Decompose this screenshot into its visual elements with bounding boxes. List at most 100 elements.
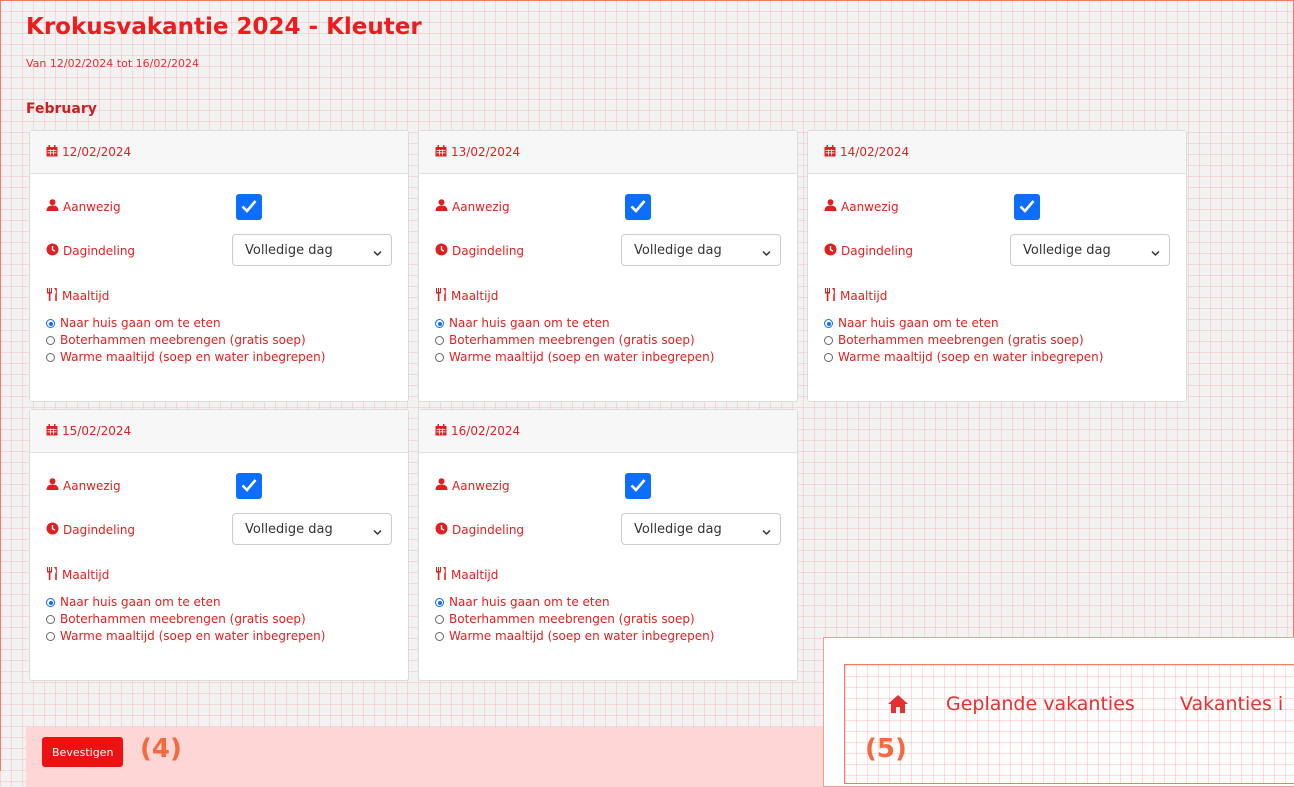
meal-option[interactable]: Naar huis gaan om te eten <box>824 315 1103 332</box>
radio-button[interactable] <box>435 319 444 328</box>
meal-row: Maaltijd <box>435 567 498 583</box>
clock-icon <box>46 522 63 538</box>
check-icon <box>241 198 257 217</box>
radio-button[interactable] <box>435 632 444 641</box>
present-checkbox[interactable] <box>236 473 262 499</box>
meal-option[interactable]: Naar huis gaan om te eten <box>435 315 714 332</box>
day-date: 15/02/2024 <box>62 424 132 438</box>
schedule-label: Dagindeling <box>452 244 525 258</box>
schedule-select[interactable]: Volledige dag <box>621 513 781 545</box>
meal-option[interactable]: Boterhammen meebrengen (gratis soep) <box>46 611 325 628</box>
schedule-select[interactable]: Volledige dag <box>232 513 392 545</box>
meal-options: Naar huis gaan om te eten Boterhammen me… <box>435 315 714 366</box>
present-row: Aanwezig <box>435 199 510 214</box>
nav-vakanties[interactable]: Vakanties i <box>1180 693 1283 715</box>
calendar-icon <box>46 423 62 439</box>
radio-button[interactable] <box>46 319 55 328</box>
user-icon <box>435 478 452 493</box>
meal-option[interactable]: Warme maaltijd (soep en water inbegrepen… <box>435 628 714 645</box>
day-card: 16/02/2024 Aanwezig Dagindeling Volledig… <box>418 409 798 681</box>
meal-option-label: Boterhammen meebrengen (gratis soep) <box>60 333 306 347</box>
meal-option-label: Boterhammen meebrengen (gratis soep) <box>838 333 1084 347</box>
meal-option[interactable]: Boterhammen meebrengen (gratis soep) <box>46 332 325 349</box>
meal-options: Naar huis gaan om te eten Boterhammen me… <box>46 315 325 366</box>
check-icon <box>630 477 646 496</box>
meal-option[interactable]: Naar huis gaan om te eten <box>46 594 325 611</box>
present-checkbox[interactable] <box>1014 194 1040 220</box>
meal-option-label: Naar huis gaan om te eten <box>60 316 221 330</box>
meal-option-label: Boterhammen meebrengen (gratis soep) <box>449 333 695 347</box>
schedule-label: Dagindeling <box>841 244 914 258</box>
day-card-header: 16/02/2024 <box>419 410 797 453</box>
schedule-label: Dagindeling <box>63 523 136 537</box>
radio-button[interactable] <box>46 353 55 362</box>
utensils-icon <box>824 288 840 304</box>
meal-label: Maaltijd <box>451 289 499 303</box>
radio-button[interactable] <box>824 336 833 345</box>
day-date: 16/02/2024 <box>451 424 521 438</box>
radio-button[interactable] <box>46 615 55 624</box>
schedule-value: Volledige dag <box>634 521 722 537</box>
meal-option[interactable]: Boterhammen meebrengen (gratis soep) <box>824 332 1103 349</box>
present-checkbox[interactable] <box>625 473 651 499</box>
meal-label: Maaltijd <box>62 289 110 303</box>
schedule-row: Dagindeling <box>435 243 524 259</box>
day-card-header: 12/02/2024 <box>30 131 408 174</box>
radio-button[interactable] <box>46 632 55 641</box>
meal-option-label: Warme maaltijd (soep en water inbegrepen… <box>838 350 1104 364</box>
meal-options: Naar huis gaan om te eten Boterhammen me… <box>824 315 1103 366</box>
navbar-zoom <box>844 664 1294 784</box>
meal-option[interactable]: Boterhammen meebrengen (gratis soep) <box>435 611 714 628</box>
meal-option-label: Warme maaltijd (soep en water inbegrepen… <box>449 350 715 364</box>
chevron-down-icon <box>762 525 771 540</box>
present-checkbox[interactable] <box>625 194 651 220</box>
meal-option[interactable]: Warme maaltijd (soep en water inbegrepen… <box>46 349 325 366</box>
clock-icon <box>46 243 63 259</box>
utensils-icon <box>46 567 62 583</box>
meal-option[interactable]: Warme maaltijd (soep en water inbegrepen… <box>435 349 714 366</box>
schedule-value: Volledige dag <box>245 521 333 537</box>
chevron-down-icon <box>373 525 382 540</box>
utensils-icon <box>435 567 451 583</box>
schedule-select[interactable]: Volledige dag <box>1010 234 1170 266</box>
radio-button[interactable] <box>435 615 444 624</box>
check-icon <box>630 198 646 217</box>
radio-button[interactable] <box>824 319 833 328</box>
calendar-icon <box>46 144 62 160</box>
meal-option[interactable]: Boterhammen meebrengen (gratis soep) <box>435 332 714 349</box>
radio-button[interactable] <box>435 598 444 607</box>
meal-option-label: Naar huis gaan om te eten <box>838 316 999 330</box>
radio-button[interactable] <box>435 353 444 362</box>
meal-option[interactable]: Warme maaltijd (soep en water inbegrepen… <box>46 628 325 645</box>
home-icon[interactable] <box>887 694 909 718</box>
day-card: 12/02/2024 Aanwezig Dagindeling Volledig… <box>29 130 409 402</box>
present-label: Aanwezig <box>452 478 510 493</box>
schedule-label: Dagindeling <box>452 523 525 537</box>
schedule-row: Dagindeling <box>824 243 913 259</box>
day-date: 12/02/2024 <box>62 145 132 159</box>
step-annotation-4: (4) <box>140 734 182 764</box>
meal-option[interactable]: Naar huis gaan om te eten <box>46 315 325 332</box>
radio-button[interactable] <box>46 598 55 607</box>
user-icon <box>824 199 841 214</box>
present-label: Aanwezig <box>63 478 121 493</box>
day-card-header: 13/02/2024 <box>419 131 797 174</box>
nav-geplande-vakanties[interactable]: Geplande vakanties <box>946 693 1135 715</box>
meal-row: Maaltijd <box>46 567 109 583</box>
meal-option-label: Naar huis gaan om te eten <box>449 316 610 330</box>
confirm-button[interactable]: Bevestigen <box>42 737 124 767</box>
radio-button[interactable] <box>46 336 55 345</box>
chevron-down-icon <box>762 246 771 261</box>
present-checkbox[interactable] <box>236 194 262 220</box>
radio-button[interactable] <box>435 336 444 345</box>
present-row: Aanwezig <box>435 478 510 493</box>
clock-icon <box>435 522 452 538</box>
meal-option[interactable]: Warme maaltijd (soep en water inbegrepen… <box>824 349 1103 366</box>
radio-button[interactable] <box>824 353 833 362</box>
meal-row: Maaltijd <box>46 288 109 304</box>
schedule-select[interactable]: Volledige dag <box>621 234 781 266</box>
step-annotation-5: (5) <box>865 734 907 764</box>
schedule-select[interactable]: Volledige dag <box>232 234 392 266</box>
meal-option[interactable]: Naar huis gaan om te eten <box>435 594 714 611</box>
schedule-row: Dagindeling <box>46 243 135 259</box>
